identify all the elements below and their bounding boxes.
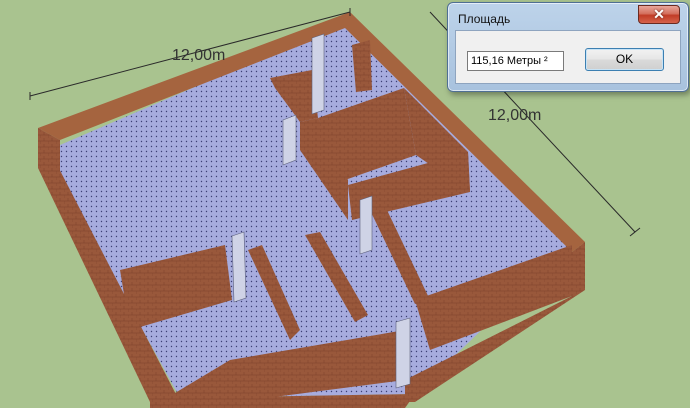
area-dialog: Площадь ✕ 115,16 Метры ² OK [447,2,689,92]
ok-button[interactable]: OK [585,48,664,71]
close-icon: ✕ [653,6,665,22]
dialog-title: Площадь [458,12,511,26]
area-value-field[interactable]: 115,16 Метры ² [467,51,564,71]
dimension-label-depth: 12,00m [488,107,541,124]
dimension-label-width: 12,00m [172,47,225,64]
close-button[interactable]: ✕ [638,5,680,24]
dialog-body: 115,16 Метры ² OK [455,30,681,84]
